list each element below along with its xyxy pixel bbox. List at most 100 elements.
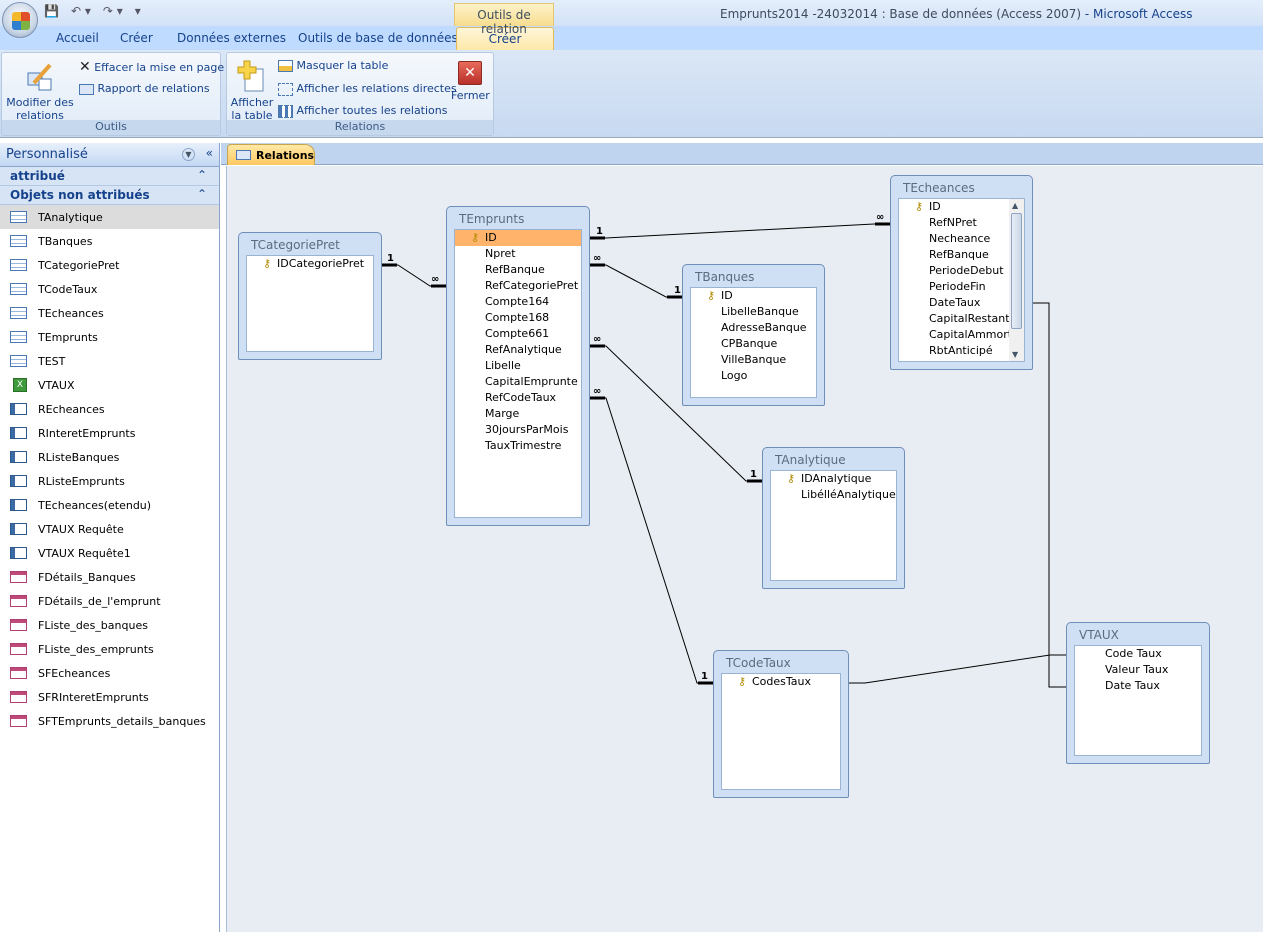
table-title[interactable]: TBanques bbox=[690, 265, 817, 287]
field-item[interactable]: Code Taux bbox=[1075, 646, 1201, 662]
nav-item[interactable]: RListeBanques bbox=[0, 445, 219, 469]
nav-item[interactable]: FDétails_Banques bbox=[0, 565, 219, 589]
field-item[interactable]: RefAnalytique bbox=[455, 342, 581, 358]
field-item[interactable]: CapitalEmprunte bbox=[455, 374, 581, 390]
field-item[interactable]: Compte164 bbox=[455, 294, 581, 310]
field-item[interactable]: TauxTrimestre bbox=[455, 438, 581, 454]
nav-item[interactable]: SFRInteretEmprunts bbox=[0, 685, 219, 709]
field-item[interactable]: Necheance bbox=[899, 231, 1024, 247]
nav-item[interactable]: RInteretEmprunts bbox=[0, 421, 219, 445]
table-box-tanalytique[interactable]: TAnalytique ⚷ IDAnalytique LibélléAnalytiqu… bbox=[762, 447, 905, 589]
tab-outils-base-de-donnees[interactable]: Outils de base de données bbox=[298, 31, 458, 45]
field-item[interactable]: PeriodeFin bbox=[899, 279, 1024, 295]
redo-icon[interactable]: ↷ ▾ bbox=[103, 4, 123, 18]
nav-item[interactable]: VTAUX Requête bbox=[0, 517, 219, 541]
tab-accueil[interactable]: Accueil bbox=[56, 31, 99, 45]
field-item[interactable]: Npret bbox=[455, 246, 581, 262]
field-item[interactable]: VilleBanque bbox=[691, 352, 816, 368]
field-item[interactable]: ⚷ ID bbox=[455, 230, 581, 246]
table-box-tcodetaux[interactable]: TCodeTaux ⚷ CodesTaux bbox=[713, 650, 849, 798]
field-item[interactable]: Libelle bbox=[455, 358, 581, 374]
scroll-down-icon[interactable]: ▼ bbox=[1012, 350, 1018, 359]
nav-item[interactable]: TEcheances bbox=[0, 301, 219, 325]
table-box-tbanques[interactable]: TBanques ⚷ ID LibelleBanque AdresseBanque CPB… bbox=[682, 264, 825, 406]
field-item[interactable]: RefCodeTaux bbox=[455, 390, 581, 406]
tab-creer[interactable]: Créer bbox=[120, 31, 153, 45]
nav-item[interactable]: X VTAUX bbox=[0, 373, 219, 397]
nav-group-attribue[interactable]: attribué ⌃ bbox=[0, 167, 219, 186]
field-item[interactable]: Compte661 bbox=[455, 326, 581, 342]
nav-item[interactable]: TCategoriePret bbox=[0, 253, 219, 277]
field-item[interactable]: CPBanque bbox=[691, 336, 816, 352]
nav-item[interactable]: TBanques bbox=[0, 229, 219, 253]
field-item[interactable]: ⚷ ID bbox=[691, 288, 816, 304]
field-item[interactable]: CapitalAmmorti bbox=[899, 327, 1024, 343]
field-item[interactable]: Valeur Taux bbox=[1075, 662, 1201, 678]
chevron-down-icon[interactable]: ▼ bbox=[182, 148, 195, 161]
field-item[interactable]: RefNPret bbox=[899, 215, 1024, 231]
nav-item[interactable]: FListe_des_banques bbox=[0, 613, 219, 637]
nav-pane-header[interactable]: Personnalisé ▼ « bbox=[0, 143, 219, 167]
nav-item[interactable]: TEmprunts bbox=[0, 325, 219, 349]
field-item[interactable]: PeriodeDebut bbox=[899, 263, 1024, 279]
field-item[interactable]: RefCategoriePret bbox=[455, 278, 581, 294]
masquer-table-button[interactable]: Masquer la table bbox=[278, 59, 388, 72]
field-item[interactable]: LibélléAnalytique bbox=[771, 487, 896, 503]
nav-group-non-attribues[interactable]: Objets non attribués ⌃ bbox=[0, 186, 219, 205]
nav-item[interactable]: VTAUX Requête1 bbox=[0, 541, 219, 565]
field-item[interactable]: ⚷ IDAnalytique bbox=[771, 471, 896, 487]
nav-item[interactable]: RListeEmprunts bbox=[0, 469, 219, 493]
field-item[interactable]: ⚷ ID bbox=[899, 199, 1024, 215]
modifier-relations-button[interactable]: Modifier des relations bbox=[6, 61, 74, 122]
scrollbar-thumb[interactable] bbox=[1011, 213, 1022, 329]
field-item[interactable]: RefBanque bbox=[899, 247, 1024, 263]
tab-relations[interactable]: Relations bbox=[227, 144, 315, 165]
tab-donnees-externes[interactable]: Données externes bbox=[177, 31, 286, 45]
nav-item[interactable]: REcheances bbox=[0, 397, 219, 421]
nav-item[interactable]: FDétails_de_l'emprunt bbox=[0, 589, 219, 613]
field-item[interactable]: RefBanque bbox=[455, 262, 581, 278]
field-item[interactable]: RbtAnticipé bbox=[899, 343, 1024, 359]
nav-item[interactable]: TAnalytique bbox=[0, 205, 219, 229]
office-button[interactable] bbox=[2, 2, 38, 38]
table-title[interactable]: TAnalytique bbox=[770, 448, 897, 470]
fermer-button[interactable]: ✕ Fermer bbox=[451, 61, 490, 102]
field-item[interactable]: Date Taux bbox=[1075, 678, 1201, 694]
nav-item[interactable]: SFTEmprunts_details_banques bbox=[0, 709, 219, 733]
collapse-group-icon[interactable]: ⌃ bbox=[197, 168, 207, 182]
table-box-techeances[interactable]: TEcheances ⚷ ID RefNPret Necheance RefBanque P… bbox=[890, 175, 1033, 370]
table-box-vtaux[interactable]: VTAUX Code Taux Valeur Taux Date Taux bbox=[1066, 622, 1210, 764]
table-box-temprunts[interactable]: TEmprunts ⚷ ID Npret RefBanque RefCategoriePr… bbox=[446, 206, 590, 526]
collapse-pane-icon[interactable]: « bbox=[206, 146, 213, 160]
nav-item[interactable]: SFEcheances bbox=[0, 661, 219, 685]
scroll-up-icon[interactable]: ▲ bbox=[1012, 201, 1018, 210]
collapse-group-icon[interactable]: ⌃ bbox=[197, 187, 207, 201]
nav-item[interactable]: FListe_des_emprunts bbox=[0, 637, 219, 661]
nav-item[interactable]: TEST bbox=[0, 349, 219, 373]
field-item[interactable]: Marge bbox=[455, 406, 581, 422]
table-box-tcategoriepret[interactable]: TCategoriePret ⚷ IDCategoriePret bbox=[238, 232, 382, 360]
table-title[interactable]: TCategoriePret bbox=[246, 233, 374, 255]
nav-item[interactable]: TEcheances(etendu) bbox=[0, 493, 219, 517]
field-item[interactable]: AdresseBanque bbox=[691, 320, 816, 336]
field-item[interactable]: CapitalRestantD bbox=[899, 311, 1024, 327]
customize-qat-icon[interactable]: ▾ bbox=[135, 4, 141, 18]
afficher-table-button[interactable]: Afficher la table bbox=[229, 59, 275, 122]
table-title[interactable]: VTAUX bbox=[1074, 623, 1202, 645]
field-item[interactable]: 30joursParMois bbox=[455, 422, 581, 438]
table-title[interactable]: TEmprunts bbox=[454, 207, 582, 229]
table-title[interactable]: TEcheances bbox=[898, 176, 1025, 198]
table-title[interactable]: TCodeTaux bbox=[721, 651, 841, 673]
field-item[interactable]: Logo bbox=[691, 368, 816, 384]
field-item[interactable]: LibelleBanque bbox=[691, 304, 816, 320]
field-item[interactable]: DateTaux bbox=[899, 295, 1024, 311]
undo-icon[interactable]: ↶ ▾ bbox=[71, 4, 91, 18]
nav-item[interactable]: TCodeTaux bbox=[0, 277, 219, 301]
scrollbar[interactable]: ▲ ▼ bbox=[1009, 199, 1024, 361]
rapport-relations-button[interactable]: Rapport de relations bbox=[79, 82, 210, 95]
save-icon[interactable]: 💾 bbox=[44, 4, 59, 18]
effacer-mise-en-page-button[interactable]: ✕ Effacer la mise en page bbox=[79, 59, 224, 75]
field-item[interactable]: ⚷ CodesTaux bbox=[722, 674, 840, 690]
field-item[interactable]: ⚷ IDCategoriePret bbox=[247, 256, 373, 272]
afficher-relations-directes-button[interactable]: Afficher les relations directes bbox=[278, 82, 457, 96]
